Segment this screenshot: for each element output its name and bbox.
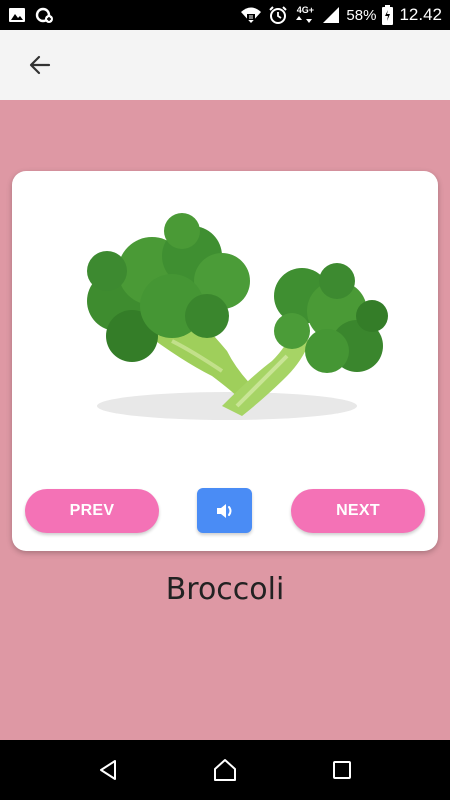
next-button[interactable]: NEXT	[291, 489, 425, 533]
network-type-label: 4G+	[296, 5, 315, 15]
back-triangle-icon	[100, 760, 117, 780]
content-area: PREV NEXT Broccoli	[0, 100, 450, 740]
clock: 12.42	[399, 5, 442, 24]
battery-percent: 58%	[346, 6, 377, 24]
prev-button[interactable]: PREV	[25, 489, 159, 533]
wifi-icon	[240, 6, 262, 24]
flashcard: PREV NEXT	[12, 171, 438, 551]
broccoli-image	[62, 201, 392, 441]
status-bar: 4G+ 58% 12.42	[0, 0, 450, 30]
status-left	[8, 6, 54, 24]
back-button[interactable]	[26, 51, 54, 79]
app-bar	[0, 30, 450, 100]
battery-charging-icon	[382, 5, 394, 25]
nav-back-button[interactable]	[88, 750, 128, 790]
home-icon	[213, 759, 236, 781]
network-arrows-icon: 4G+	[294, 6, 316, 24]
item-name-label: Broccoli	[165, 572, 285, 607]
speaker-icon	[216, 503, 231, 518]
play-sound-button[interactable]	[197, 488, 252, 533]
arrow-left-icon	[29, 55, 51, 75]
nav-home-button[interactable]	[205, 750, 245, 790]
status-right: 4G+ 58% 12.42	[240, 5, 442, 25]
alarm-icon	[268, 5, 288, 25]
image-icon	[8, 7, 26, 23]
nav-recents-button[interactable]	[322, 750, 362, 790]
data-saver-icon	[34, 6, 54, 24]
recents-icon	[332, 761, 351, 779]
system-nav-bar	[0, 740, 450, 800]
signal-icon	[322, 6, 340, 24]
